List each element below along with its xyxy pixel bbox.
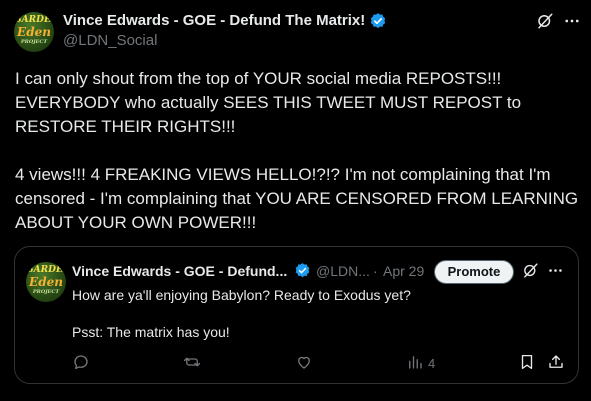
repost-icon [183, 357, 201, 367]
quoted-post-text: Psst: The matrix has you! [72, 324, 230, 340]
avatar-text-2: Eden [29, 275, 63, 289]
author-name[interactable]: Vince Edwards - GOE - Defund The Matrix! [63, 12, 365, 29]
reply-button[interactable] [72, 353, 90, 373]
reply-icon [74, 355, 88, 370]
avatar-text-2: Eden [17, 25, 51, 39]
more-icon[interactable] [547, 262, 564, 279]
views-button[interactable] [406, 353, 424, 373]
avatar-text-3: PROJECT [20, 39, 48, 45]
post-text-line: RESTORE THEIR RIGHTS!!! [15, 117, 236, 136]
avatar-text-1: GARDEN [26, 265, 66, 275]
bookmark-icon [521, 354, 533, 370]
quoted-post-date[interactable]: Apr 29 [383, 263, 424, 279]
views-count: 4 [428, 356, 436, 371]
more-icon[interactable] [563, 12, 581, 30]
bookmark-button[interactable] [518, 353, 536, 373]
like-button[interactable] [295, 353, 313, 373]
promote-button[interactable]: Promote [434, 260, 514, 284]
quoted-author-handle[interactable]: @LDN... [316, 263, 370, 279]
post-body: I can only shout from the top of YOUR so… [15, 67, 580, 235]
verified-badge-icon [370, 13, 386, 29]
grok-icon[interactable] [536, 12, 554, 30]
like-icon [298, 356, 310, 369]
views-icon [409, 356, 422, 369]
avatar-text-1: GARDEN [14, 15, 54, 25]
author-handle[interactable]: @LDN_Social [63, 32, 157, 49]
quoted-post-text: How are ya'll enjoying Babylon? Ready to… [72, 287, 411, 303]
post-text-line: ABOUT YOUR OWN POWER!!! [15, 213, 257, 232]
grok-icon[interactable] [522, 262, 539, 279]
share-button[interactable] [547, 353, 565, 373]
quoted-author-avatar[interactable]: GARDEN Eden PROJECT [26, 262, 66, 302]
verified-badge-icon [295, 263, 310, 278]
share-icon [549, 355, 563, 368]
post-text-line: EVERYBODY who actually SEES THIS TWEET M… [15, 93, 522, 112]
avatar-text-3: PROJECT [32, 289, 60, 295]
quoted-author-name[interactable]: Vince Edwards - GOE - Defund... [72, 263, 287, 279]
post-text-line: I can only shout from the top of YOUR so… [15, 69, 502, 88]
post-text-line: censored - I'm complaining that YOU ARE … [15, 189, 579, 208]
repost-button[interactable] [183, 353, 201, 373]
separator-dot: · [373, 263, 378, 279]
author-avatar[interactable]: GARDEN Eden PROJECT [14, 12, 54, 52]
post-text-line: 4 views!!! 4 FREAKING VIEWS HELLO!?!? I'… [15, 165, 551, 184]
